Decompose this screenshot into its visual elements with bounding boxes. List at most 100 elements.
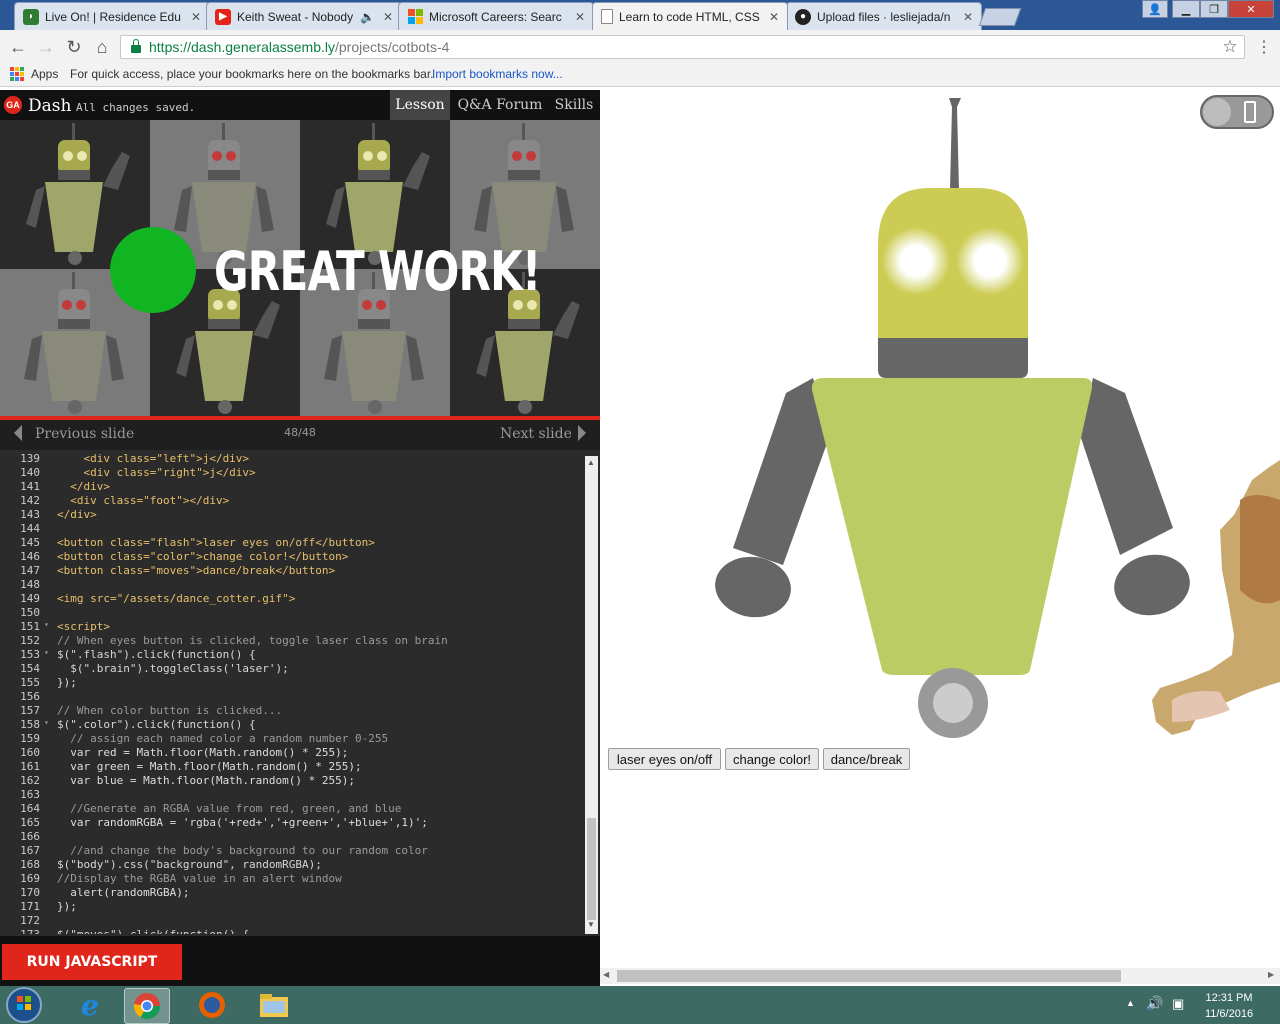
restore-button[interactable]: ❐ bbox=[1200, 0, 1228, 18]
tab-lesson[interactable]: Lesson bbox=[390, 90, 450, 120]
line-number: 169 bbox=[20, 872, 40, 885]
lock-icon bbox=[131, 39, 141, 53]
network-icon[interactable]: ▣ bbox=[1172, 996, 1184, 1012]
file-explorer-icon[interactable] bbox=[252, 988, 296, 1022]
back-arrow-icon[interactable]: ← bbox=[6, 36, 30, 58]
code-text: </div> bbox=[57, 480, 110, 493]
next-arrow-icon[interactable] bbox=[578, 425, 586, 441]
robot-antenna bbox=[949, 98, 961, 190]
line-number: 144 bbox=[20, 522, 40, 535]
forward-arrow-icon[interactable]: → bbox=[34, 36, 58, 58]
close-icon[interactable]: ✕ bbox=[769, 10, 779, 24]
apps-grid-icon[interactable] bbox=[10, 67, 24, 81]
url-path: /projects/cotbots-4 bbox=[335, 39, 450, 55]
tab-skills[interactable]: Skills bbox=[550, 90, 598, 120]
editor-scroll-thumb[interactable] bbox=[587, 818, 596, 920]
tab-label: Upload files · lesliejada/n bbox=[817, 9, 951, 24]
bookmark-star-icon[interactable]: ☆ bbox=[1218, 36, 1242, 58]
scroll-up-icon[interactable]: ▲ bbox=[587, 458, 595, 467]
code-text: var green = Math.floor(Math.random() * 2… bbox=[57, 760, 362, 773]
browser-tab-upload-files[interactable]: ● Upload files · lesliejada/n ✕ bbox=[786, 2, 982, 30]
microsoft-favicon-icon bbox=[407, 8, 423, 25]
close-icon[interactable]: ✕ bbox=[575, 10, 585, 24]
speaker-icon[interactable]: 🔈 bbox=[360, 10, 375, 24]
apps-link[interactable]: Apps bbox=[31, 67, 58, 81]
code-text: // When color button is clicked... bbox=[57, 704, 283, 717]
document-favicon-icon bbox=[601, 9, 613, 24]
windows-logo-icon bbox=[17, 996, 31, 1010]
browser-tab-microsoft-careers[interactable]: Microsoft Careers: Searc ✕ bbox=[398, 2, 594, 30]
fold-arrow-icon[interactable]: ▾ bbox=[44, 718, 49, 727]
close-icon[interactable]: ✕ bbox=[191, 10, 201, 24]
preview-scroll-thumb[interactable] bbox=[617, 970, 1121, 982]
home-icon[interactable]: ⌂ bbox=[90, 36, 114, 58]
close-icon[interactable]: ✕ bbox=[383, 10, 393, 24]
line-number: 167 bbox=[20, 844, 40, 857]
code-text: <button class="flash">laser eyes on/off<… bbox=[57, 536, 375, 549]
next-slide-link[interactable]: Next slide bbox=[500, 426, 572, 442]
code-lines[interactable]: 139 <div class="left">j</div> 140 <div cl… bbox=[0, 452, 584, 934]
close-window-button[interactable]: ✕ bbox=[1228, 0, 1274, 18]
fold-arrow-icon[interactable]: ▾ bbox=[44, 620, 49, 629]
browser-tab-learn-to-code[interactable]: Learn to code HTML, CSS ✕ bbox=[592, 2, 788, 30]
import-bookmarks-link[interactable]: Import bookmarks now... bbox=[432, 67, 563, 81]
code-text: var randomRGBA = 'rgba('+red+','+green+'… bbox=[57, 816, 428, 829]
chrome-icon[interactable] bbox=[124, 988, 170, 1024]
robot-body bbox=[811, 378, 1093, 675]
previous-slide-link[interactable]: Previous slide bbox=[35, 426, 134, 442]
line-number: 142 bbox=[20, 494, 40, 507]
line-number: 162 bbox=[20, 774, 40, 787]
code-text: <script> bbox=[57, 620, 110, 633]
internet-explorer-icon[interactable]: e bbox=[68, 988, 112, 1022]
tab-qa-forum[interactable]: Q&A Forum bbox=[454, 90, 546, 120]
code-text: }); bbox=[57, 900, 77, 913]
great-work-banner: GREAT WORK! bbox=[214, 240, 541, 303]
line-number: 164 bbox=[20, 802, 40, 815]
address-bar[interactable]: https://dash.generalassemb.ly/projects/c… bbox=[120, 35, 1245, 59]
code-text: </div> bbox=[57, 508, 97, 521]
residence-favicon-icon: ◗ bbox=[23, 8, 39, 25]
code-text: }); bbox=[57, 676, 77, 689]
line-number: 146 bbox=[20, 550, 40, 563]
robot-jaw bbox=[878, 338, 1028, 378]
dash-title[interactable]: Dash bbox=[28, 96, 71, 116]
run-javascript-button[interactable]: RUN JAVASCRIPT bbox=[2, 944, 182, 980]
url-host: https://dash.generalassemb.ly bbox=[149, 39, 335, 55]
profile-button[interactable]: 👤 bbox=[1142, 0, 1168, 18]
bookmarks-hint: For quick access, place your bookmarks h… bbox=[70, 67, 434, 81]
line-number: 172 bbox=[20, 914, 40, 927]
close-icon[interactable]: ✕ bbox=[963, 10, 973, 24]
reload-icon[interactable]: ↻ bbox=[62, 36, 86, 58]
code-text: alert(randomRGBA); bbox=[57, 886, 190, 899]
firefox-icon[interactable] bbox=[190, 988, 234, 1022]
dance-break-button[interactable]: dance/break bbox=[823, 748, 910, 770]
change-color-button[interactable]: change color! bbox=[725, 748, 819, 770]
browser-tab-live-on[interactable]: ◗ Live On! | Residence Edu ✕ bbox=[14, 2, 210, 30]
fold-arrow-icon[interactable]: ▾ bbox=[44, 648, 49, 657]
minimize-button[interactable]: ▁ bbox=[1172, 0, 1200, 18]
new-tab-button[interactable] bbox=[978, 8, 1022, 26]
phone-icon bbox=[1244, 101, 1256, 123]
scroll-left-icon[interactable]: ◀ bbox=[603, 970, 609, 979]
success-circle-icon bbox=[110, 227, 196, 313]
system-clock[interactable]: 12:31 PM 11/6/2016 bbox=[1196, 990, 1262, 1022]
tab-label: Keith Sweat - Nobody bbox=[237, 9, 354, 24]
show-hidden-icons[interactable]: ▲ bbox=[1126, 998, 1135, 1008]
menu-icon[interactable]: ⋮ bbox=[1252, 36, 1276, 58]
laser-eyes-button[interactable]: laser eyes on/off bbox=[608, 748, 721, 770]
scroll-right-icon[interactable]: ▶ bbox=[1268, 970, 1274, 979]
previous-arrow-icon[interactable] bbox=[14, 425, 22, 441]
line-number: 170 bbox=[20, 886, 40, 899]
ga-logo-icon[interactable]: GA bbox=[4, 96, 22, 114]
browser-tab-keith-sweat[interactable]: ▶ Keith Sweat - Nobody 🔈 ✕ bbox=[206, 2, 402, 30]
line-number: 149 bbox=[20, 592, 40, 605]
line-number: 143 bbox=[20, 508, 40, 521]
scroll-down-icon[interactable]: ▼ bbox=[587, 920, 595, 929]
line-number: 154 bbox=[20, 662, 40, 675]
line-number: 165 bbox=[20, 816, 40, 829]
line-number: 155 bbox=[20, 676, 40, 689]
line-number: 171 bbox=[20, 900, 40, 913]
code-text: //and change the body's background to ou… bbox=[57, 844, 428, 857]
volume-icon[interactable]: 🔊 bbox=[1146, 995, 1163, 1012]
code-text: //Display the RGBA value in an alert win… bbox=[57, 872, 342, 885]
